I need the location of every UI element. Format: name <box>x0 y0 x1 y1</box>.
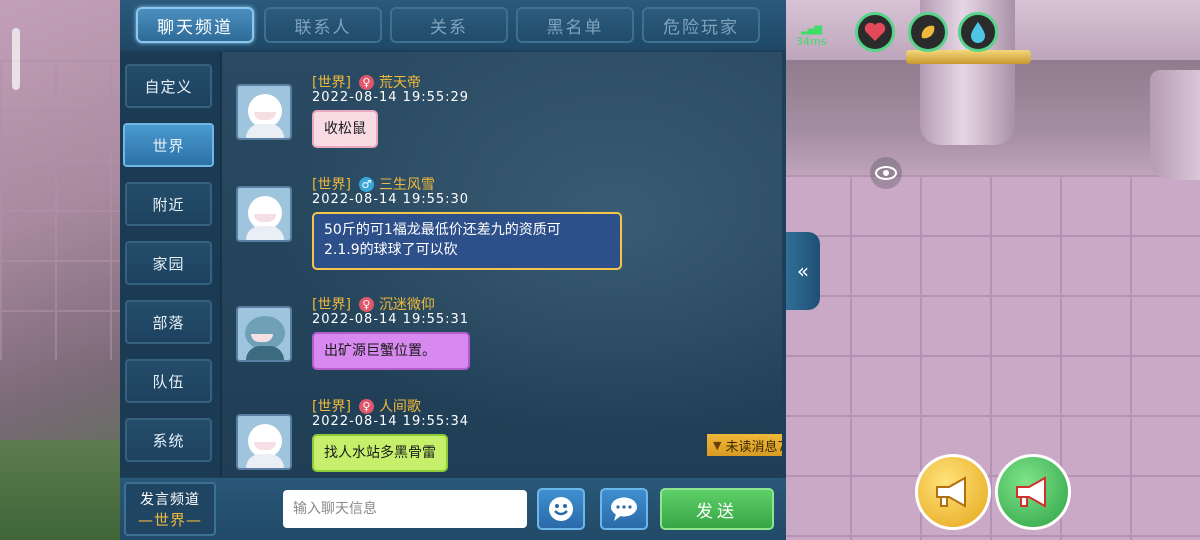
left-tiles <box>0 60 125 360</box>
sender-name[interactable]: 荒天帝 <box>379 75 421 91</box>
double-chevron-down-icon: ▼ <box>713 438 722 452</box>
tribe-broadcast-button[interactable] <box>995 454 1071 530</box>
female-icon: ♀ <box>358 75 374 90</box>
avatar[interactable] <box>236 84 292 140</box>
drumstick-icon <box>921 25 935 39</box>
ping-label: 34ms <box>796 35 827 48</box>
send-channel-selector[interactable]: 发言频道 —世界— <box>124 482 216 536</box>
double-chevron-left-icon: « <box>796 259 810 283</box>
left-grass <box>0 440 125 540</box>
channel-system[interactable]: 系统 <box>125 418 212 462</box>
collapse-panel-button[interactable]: « <box>786 232 820 310</box>
message-time: 2022-08-14 19:55:30 <box>312 192 470 207</box>
female-icon: ♀ <box>358 399 374 414</box>
message-header: [世界] ♀ 荒天帝 <box>312 72 421 92</box>
message-bubble[interactable]: 收松鼠 <box>312 110 378 148</box>
avatar[interactable] <box>236 414 292 470</box>
tab-bar: 聊天频道 联系人 关系 黑名单 危险玩家 <box>120 0 786 50</box>
unread-messages-button[interactable]: ▼ 未读消息7条 <box>707 434 782 456</box>
message-time: 2022-08-14 19:55:34 <box>312 414 470 429</box>
sender-name[interactable]: 三生风雪 <box>379 177 435 193</box>
speech-bubble-icon <box>611 497 637 521</box>
channel-tribe[interactable]: 部落 <box>125 300 212 344</box>
health-status[interactable] <box>855 12 895 52</box>
message-header: [世界] ♀ 沉迷微仰 <box>312 294 435 314</box>
signal-bars-icon: ▂▄▆ <box>800 24 822 35</box>
channel-tag: [世界] <box>312 297 351 313</box>
sender-name[interactable]: 沉迷微仰 <box>379 297 435 313</box>
hunger-status[interactable] <box>908 12 948 52</box>
message-time: 2022-08-14 19:55:31 <box>312 312 470 327</box>
message-header: [世界] ♂ 三生风雪 <box>312 174 435 194</box>
megaphone-icon <box>1016 476 1046 508</box>
avatar[interactable] <box>236 306 292 362</box>
water-drop-icon <box>971 22 985 43</box>
message-text-line: 2.1.9的球球了可以砍 <box>324 242 458 258</box>
send-button[interactable]: 发送 <box>660 488 774 530</box>
sender-name[interactable]: 人间歌 <box>379 399 421 415</box>
unread-label: 未读消息7条 <box>725 439 782 455</box>
tab-chat-channel[interactable]: 聊天频道 <box>136 7 254 43</box>
channel-sidebar: 自定义 世界 附近 家园 部落 队伍 系统 <box>120 52 220 477</box>
eye-icon[interactable] <box>870 157 902 189</box>
message-bubble[interactable]: 找人水站多黑骨雷 <box>312 434 448 472</box>
message-time: 2022-08-14 19:55:29 <box>312 90 470 105</box>
message-bubble[interactable]: 出矿源巨蟹位置。 <box>312 332 470 370</box>
message-text-line: 50斤的可1福龙最低价还差九的资质可 <box>324 222 561 238</box>
message-bubble[interactable]: 50斤的可1福龙最低价还差九的资质可 2.1.9的球球了可以砍 <box>312 212 622 270</box>
female-icon: ♀ <box>358 297 374 312</box>
send-channel-value: —世界— <box>137 510 202 529</box>
quick-phrase-button[interactable] <box>600 488 648 530</box>
pillar-gold-band <box>906 50 1031 64</box>
tab-blacklist[interactable]: 黑名单 <box>516 7 634 43</box>
message-header: [世界] ♀ 人间歌 <box>312 396 421 416</box>
avatar[interactable] <box>236 186 292 242</box>
channel-home[interactable]: 家园 <box>125 241 212 285</box>
channel-tag: [世界] <box>312 177 351 193</box>
channel-nearby[interactable]: 附近 <box>125 182 212 226</box>
emoji-button[interactable] <box>537 488 585 530</box>
chat-input[interactable] <box>283 490 527 528</box>
heart-icon <box>864 22 886 41</box>
send-channel-title: 发言频道 <box>140 491 200 508</box>
world-broadcast-button[interactable] <box>915 454 991 530</box>
thirst-status[interactable] <box>958 12 998 52</box>
smiley-icon <box>549 497 573 521</box>
message-list[interactable]: [世界] ♀ 荒天帝 2022-08-14 19:55:29 收松鼠 [世界] ♂ 三生… <box>220 52 782 477</box>
channel-team[interactable]: 队伍 <box>125 359 212 403</box>
input-bar: 发言频道 —世界— 发送 <box>120 478 786 540</box>
chat-panel: 聊天频道 联系人 关系 黑名单 危险玩家 自定义 世界 附近 家园 部落 队伍 … <box>120 0 786 540</box>
channel-custom[interactable]: 自定义 <box>125 64 212 108</box>
tab-dangerous-players[interactable]: 危险玩家 <box>642 7 760 43</box>
channel-world[interactable]: 世界 <box>123 123 214 167</box>
channel-tag: [世界] <box>312 75 351 91</box>
male-icon: ♂ <box>358 177 374 192</box>
side-scroll-handle[interactable] <box>12 28 20 90</box>
tab-contacts[interactable]: 联系人 <box>264 7 382 43</box>
channel-tag: [世界] <box>312 399 351 415</box>
network-indicator: ▂▄▆ 34ms <box>796 24 826 48</box>
megaphone-icon <box>936 476 966 508</box>
pillar-right <box>1150 70 1200 180</box>
tab-relations[interactable]: 关系 <box>390 7 508 43</box>
